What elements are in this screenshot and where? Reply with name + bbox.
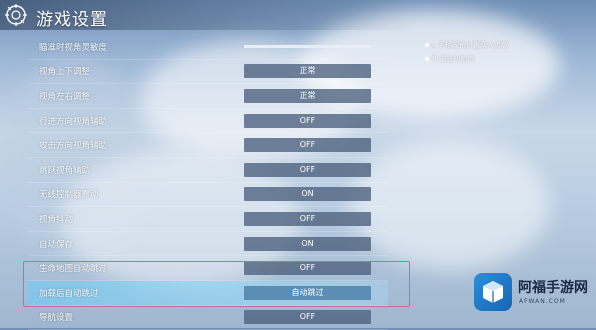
setting-label: 生命地图自动跳过 [39,264,108,275]
setting-label: 瞄准时视角灵敏度 [39,42,108,53]
button-l-icon [425,43,429,47]
setting-label: 视角上下调整 [39,67,91,78]
setting-row-map-autoskip[interactable]: 生命地图自动跳过 OFF [28,256,388,281]
setting-value[interactable]: OFF [244,261,371,276]
watermark-name: 阿福手游网 [518,280,588,296]
sensitivity-slider-fill [244,45,371,48]
setting-value[interactable]: 正常 [244,88,371,103]
setting-value[interactable]: ON [244,187,371,202]
page-title: 游戏设置 [36,10,108,30]
setting-value[interactable]: OFF [244,113,371,128]
hint-text: L 手柄视角设置双人灵敏 [432,41,509,49]
setting-label: 自动保存 [39,239,74,250]
setting-row-horizontal-camera[interactable]: 视角左右调整 正常 [28,84,388,109]
setting-label: 导航设置 [39,313,74,324]
setting-label: 跳跃视角辅助 [39,165,91,176]
hint-item: R 恢复初始值 [425,54,508,64]
hint-text: R 恢复初始值 [432,55,475,63]
setting-row-autosave[interactable]: 自动保存 ON [28,232,388,257]
setting-row-attack-camera-assist[interactable]: 攻击方向视角辅助 OFF [28,133,388,158]
watermark-cube-icon [474,273,512,311]
sensitivity-slider[interactable] [244,45,371,48]
setting-label: 视角左右调整 [39,91,91,102]
setting-value[interactable]: OFF [244,162,371,177]
setting-label: 加载后自动跳过 [39,288,99,299]
setting-value[interactable]: OFF [244,211,371,226]
setting-label: 行进方向视角辅助 [39,116,108,127]
setting-row-jump-camera-assist[interactable]: 跳跃视角辅助 OFF [28,158,388,183]
setting-label: 攻击方向视角辅助 [39,141,108,152]
setting-value[interactable]: OFF [244,138,371,153]
setting-row-aim-sensitivity[interactable]: 瞄准时视角灵敏度 [28,35,388,60]
setting-value[interactable]: 正常 [244,64,371,79]
setting-row-move-camera-assist[interactable]: 行进方向视角辅助 OFF [28,109,388,134]
header-bar: 游戏设置 [0,0,596,30]
hint-item: L 手柄视角设置双人灵敏 [425,40,508,50]
settings-list: 瞄准时视角灵敏度 视角上下调整 正常 视角左右调整 正常 行进方向视角辅助 OF… [28,35,388,330]
setting-value[interactable]: OFF [244,310,371,325]
button-r-icon [425,57,429,61]
setting-value[interactable]: 自动跳过 [244,285,371,300]
setting-row-camera-shake[interactable]: 视角抖动 OFF [28,207,388,232]
setting-row-vertical-camera[interactable]: 视角上下调整 正常 [28,60,388,85]
watermark-sub: AFWAN.COM [519,298,566,305]
settings-emblem-icon [5,4,27,26]
setting-value[interactable]: ON [244,236,371,251]
setting-row-navigation[interactable]: 导航设置 OFF [28,306,388,330]
watermark: 阿福手游网 AFWAN.COM [474,271,594,321]
setting-label: 视角抖动 [39,214,74,225]
button-hints: L 手柄视角设置双人灵敏 R 恢复初始值 [425,40,508,68]
setting-row-load-autoskip[interactable]: 加载后自动跳过 自动跳过 [28,280,388,306]
setting-row-controller-vibration[interactable]: 无线控制器震动 ON [28,183,388,208]
setting-label: 无线控制器震动 [39,190,99,201]
